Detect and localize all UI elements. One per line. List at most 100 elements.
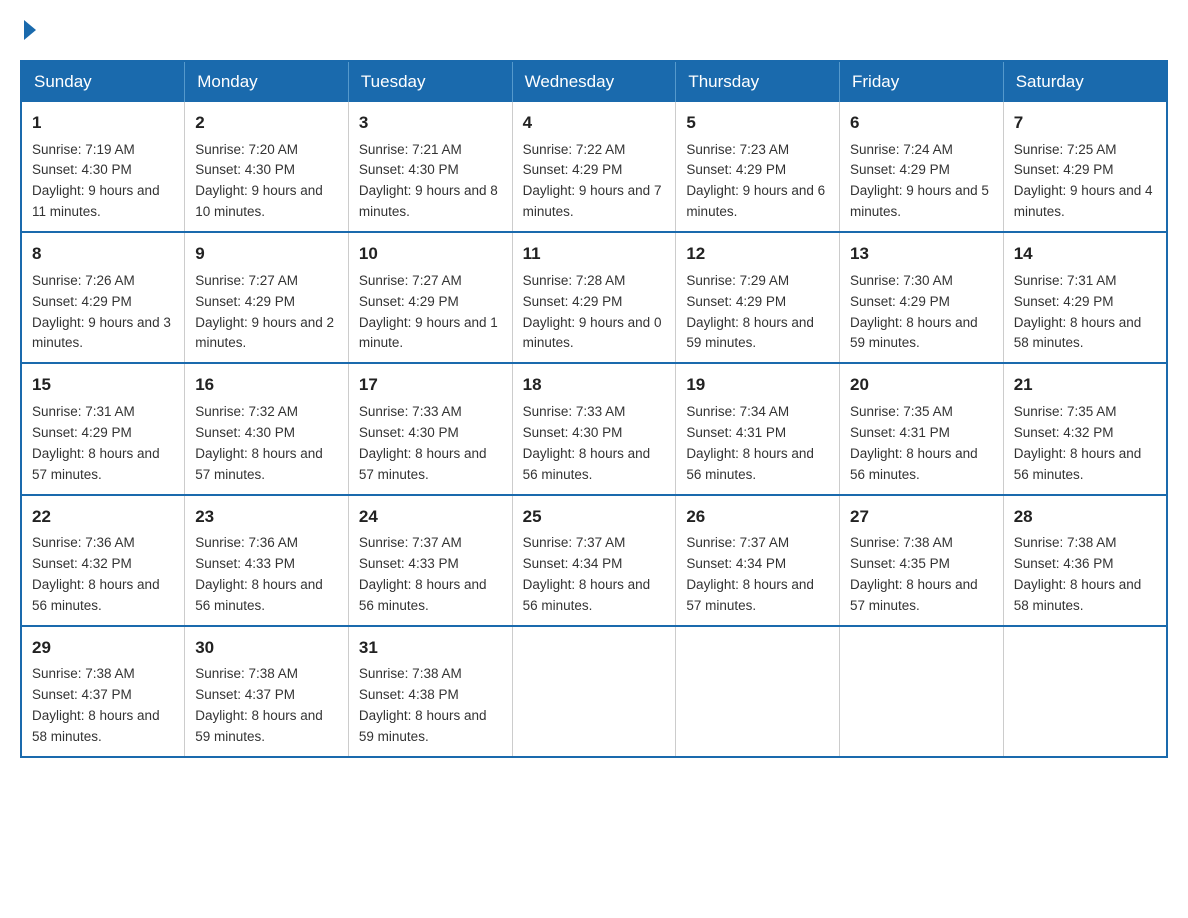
day-info: Sunrise: 7:38 AMSunset: 4:37 PMDaylight:… xyxy=(195,666,323,744)
day-number: 3 xyxy=(359,110,502,136)
calendar-cell: 19 Sunrise: 7:34 AMSunset: 4:31 PMDayligh… xyxy=(676,363,840,494)
calendar-cell: 21 Sunrise: 7:35 AMSunset: 4:32 PMDayligh… xyxy=(1003,363,1167,494)
day-number: 2 xyxy=(195,110,338,136)
day-of-week-header: Sunday xyxy=(21,61,185,102)
day-info: Sunrise: 7:38 AMSunset: 4:36 PMDaylight:… xyxy=(1014,535,1142,613)
calendar-cell: 31Sunrise: 7:38 AMSunset: 4:38 PMDayligh… xyxy=(348,626,512,757)
calendar-cell: 12 Sunrise: 7:29 AMSunset: 4:29 PMDayligh… xyxy=(676,232,840,363)
day-number: 12 xyxy=(686,241,829,267)
day-number: 22 xyxy=(32,504,174,530)
logo xyxy=(20,20,36,40)
day-number: 9 xyxy=(195,241,338,267)
calendar-cell: 14 Sunrise: 7:31 AMSunset: 4:29 PMDayligh… xyxy=(1003,232,1167,363)
calendar-cell: 1 Sunrise: 7:19 AMSunset: 4:30 PMDaylight… xyxy=(21,102,185,232)
calendar-cell: 28 Sunrise: 7:38 AMSunset: 4:36 PMDayligh… xyxy=(1003,495,1167,626)
day-number: 14 xyxy=(1014,241,1156,267)
day-info: Sunrise: 7:25 AMSunset: 4:29 PMDaylight:… xyxy=(1014,142,1153,220)
day-info: Sunrise: 7:37 AMSunset: 4:33 PMDaylight:… xyxy=(359,535,487,613)
day-info: Sunrise: 7:27 AMSunset: 4:29 PMDaylight:… xyxy=(359,273,498,351)
day-number: 25 xyxy=(523,504,666,530)
day-number: 24 xyxy=(359,504,502,530)
day-number: 23 xyxy=(195,504,338,530)
day-info: Sunrise: 7:33 AMSunset: 4:30 PMDaylight:… xyxy=(523,404,651,482)
day-number: 13 xyxy=(850,241,993,267)
day-of-week-header: Friday xyxy=(840,61,1004,102)
day-info: Sunrise: 7:38 AMSunset: 4:35 PMDaylight:… xyxy=(850,535,978,613)
day-number: 15 xyxy=(32,372,174,398)
day-info: Sunrise: 7:37 AMSunset: 4:34 PMDaylight:… xyxy=(686,535,814,613)
day-info: Sunrise: 7:37 AMSunset: 4:34 PMDaylight:… xyxy=(523,535,651,613)
calendar-cell: 13 Sunrise: 7:30 AMSunset: 4:29 PMDayligh… xyxy=(840,232,1004,363)
day-number: 29 xyxy=(32,635,174,661)
day-number: 1 xyxy=(32,110,174,136)
calendar-cell: 8 Sunrise: 7:26 AMSunset: 4:29 PMDaylight… xyxy=(21,232,185,363)
calendar-cell: 30 Sunrise: 7:38 AMSunset: 4:37 PMDayligh… xyxy=(185,626,349,757)
calendar-cell: 11 Sunrise: 7:28 AMSunset: 4:29 PMDayligh… xyxy=(512,232,676,363)
calendar-week-row: 22 Sunrise: 7:36 AMSunset: 4:32 PMDayligh… xyxy=(21,495,1167,626)
day-number: 4 xyxy=(523,110,666,136)
day-number: 21 xyxy=(1014,372,1156,398)
day-number: 8 xyxy=(32,241,174,267)
calendar-cell: 27 Sunrise: 7:38 AMSunset: 4:35 PMDayligh… xyxy=(840,495,1004,626)
day-info: Sunrise: 7:23 AMSunset: 4:29 PMDaylight:… xyxy=(686,142,825,220)
day-info: Sunrise: 7:22 AMSunset: 4:29 PMDaylight:… xyxy=(523,142,662,220)
calendar-cell: 10 Sunrise: 7:27 AMSunset: 4:29 PMDayligh… xyxy=(348,232,512,363)
calendar-cell: 4 Sunrise: 7:22 AMSunset: 4:29 PMDaylight… xyxy=(512,102,676,232)
day-of-week-header: Tuesday xyxy=(348,61,512,102)
day-info: Sunrise: 7:35 AMSunset: 4:32 PMDaylight:… xyxy=(1014,404,1142,482)
calendar-cell: 26 Sunrise: 7:37 AMSunset: 4:34 PMDayligh… xyxy=(676,495,840,626)
calendar-cell: 3 Sunrise: 7:21 AMSunset: 4:30 PMDaylight… xyxy=(348,102,512,232)
day-info: Sunrise: 7:26 AMSunset: 4:29 PMDaylight:… xyxy=(32,273,171,351)
day-info: Sunrise: 7:36 AMSunset: 4:32 PMDaylight:… xyxy=(32,535,160,613)
day-info: Sunrise: 7:29 AMSunset: 4:29 PMDaylight:… xyxy=(686,273,814,351)
calendar-cell: 24 Sunrise: 7:37 AMSunset: 4:33 PMDayligh… xyxy=(348,495,512,626)
calendar-cell: 17 Sunrise: 7:33 AMSunset: 4:30 PMDayligh… xyxy=(348,363,512,494)
day-info: Sunrise: 7:21 AMSunset: 4:30 PMDaylight:… xyxy=(359,142,498,220)
day-number: 30 xyxy=(195,635,338,661)
calendar-cell: 25 Sunrise: 7:37 AMSunset: 4:34 PMDayligh… xyxy=(512,495,676,626)
calendar-week-row: 8 Sunrise: 7:26 AMSunset: 4:29 PMDaylight… xyxy=(21,232,1167,363)
calendar-week-row: 1 Sunrise: 7:19 AMSunset: 4:30 PMDaylight… xyxy=(21,102,1167,232)
calendar-week-row: 29 Sunrise: 7:38 AMSunset: 4:37 PMDayligh… xyxy=(21,626,1167,757)
calendar-cell: 15 Sunrise: 7:31 AMSunset: 4:29 PMDayligh… xyxy=(21,363,185,494)
day-number: 20 xyxy=(850,372,993,398)
day-info: Sunrise: 7:34 AMSunset: 4:31 PMDaylight:… xyxy=(686,404,814,482)
day-number: 27 xyxy=(850,504,993,530)
day-number: 19 xyxy=(686,372,829,398)
calendar-cell xyxy=(1003,626,1167,757)
day-number: 16 xyxy=(195,372,338,398)
day-info: Sunrise: 7:31 AMSunset: 4:29 PMDaylight:… xyxy=(32,404,160,482)
day-info: Sunrise: 7:24 AMSunset: 4:29 PMDaylight:… xyxy=(850,142,989,220)
logo-arrow-icon xyxy=(24,20,36,40)
day-info: Sunrise: 7:30 AMSunset: 4:29 PMDaylight:… xyxy=(850,273,978,351)
day-info: Sunrise: 7:31 AMSunset: 4:29 PMDaylight:… xyxy=(1014,273,1142,351)
day-info: Sunrise: 7:20 AMSunset: 4:30 PMDaylight:… xyxy=(195,142,323,220)
calendar-header-row: SundayMondayTuesdayWednesdayThursdayFrid… xyxy=(21,61,1167,102)
day-number: 11 xyxy=(523,241,666,267)
calendar-week-row: 15 Sunrise: 7:31 AMSunset: 4:29 PMDayligh… xyxy=(21,363,1167,494)
day-of-week-header: Monday xyxy=(185,61,349,102)
calendar-cell xyxy=(676,626,840,757)
day-info: Sunrise: 7:27 AMSunset: 4:29 PMDaylight:… xyxy=(195,273,334,351)
day-of-week-header: Saturday xyxy=(1003,61,1167,102)
day-of-week-header: Wednesday xyxy=(512,61,676,102)
day-info: Sunrise: 7:36 AMSunset: 4:33 PMDaylight:… xyxy=(195,535,323,613)
day-info: Sunrise: 7:33 AMSunset: 4:30 PMDaylight:… xyxy=(359,404,487,482)
day-number: 26 xyxy=(686,504,829,530)
day-number: 7 xyxy=(1014,110,1156,136)
day-info: Sunrise: 7:19 AMSunset: 4:30 PMDaylight:… xyxy=(32,142,160,220)
calendar-cell: 23 Sunrise: 7:36 AMSunset: 4:33 PMDayligh… xyxy=(185,495,349,626)
calendar-cell: 5Sunrise: 7:23 AMSunset: 4:29 PMDaylight… xyxy=(676,102,840,232)
day-of-week-header: Thursday xyxy=(676,61,840,102)
day-number: 10 xyxy=(359,241,502,267)
calendar-cell: 18 Sunrise: 7:33 AMSunset: 4:30 PMDayligh… xyxy=(512,363,676,494)
calendar-cell: 7 Sunrise: 7:25 AMSunset: 4:29 PMDaylight… xyxy=(1003,102,1167,232)
calendar-cell: 29 Sunrise: 7:38 AMSunset: 4:37 PMDayligh… xyxy=(21,626,185,757)
day-number: 18 xyxy=(523,372,666,398)
page-header xyxy=(20,20,1168,40)
day-number: 6 xyxy=(850,110,993,136)
day-info: Sunrise: 7:28 AMSunset: 4:29 PMDaylight:… xyxy=(523,273,662,351)
day-number: 17 xyxy=(359,372,502,398)
day-number: 28 xyxy=(1014,504,1156,530)
day-info: Sunrise: 7:38 AMSunset: 4:37 PMDaylight:… xyxy=(32,666,160,744)
